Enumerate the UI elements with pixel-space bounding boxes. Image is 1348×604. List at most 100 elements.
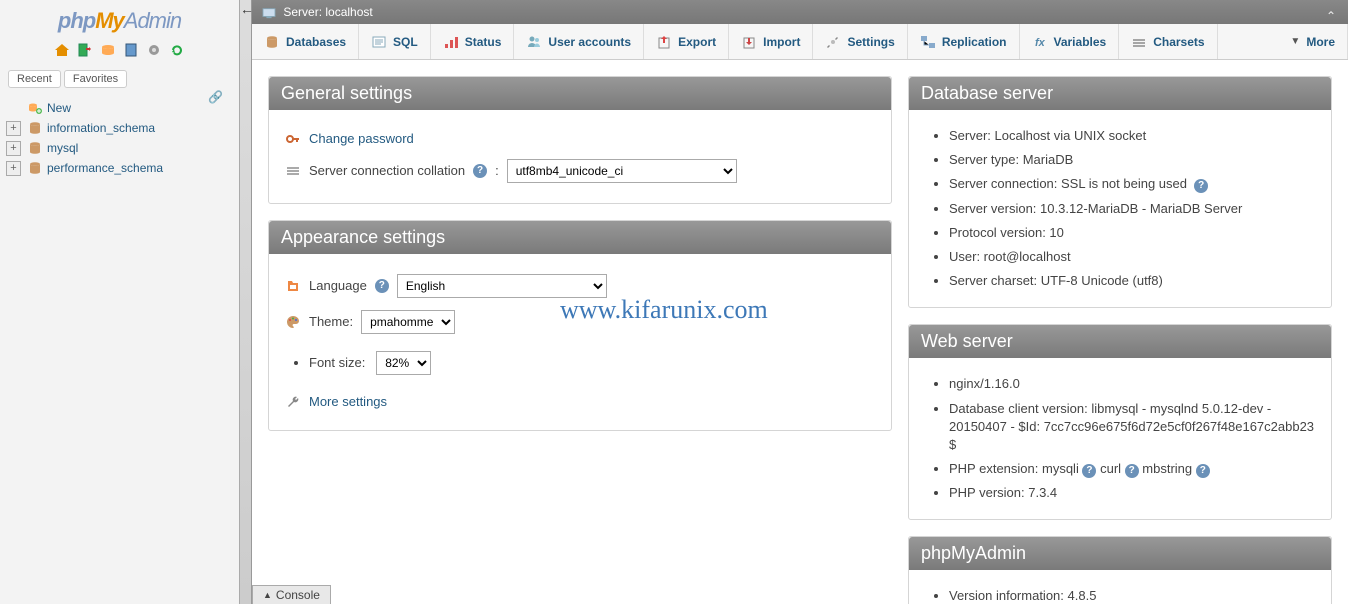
- collation-label: Server connection collation: [309, 163, 465, 178]
- panel-title: Web server: [909, 325, 1331, 358]
- panel-title: General settings: [269, 77, 891, 110]
- tab-replication[interactable]: Replication: [908, 24, 1020, 59]
- fontsize-label: Font size:: [309, 355, 365, 370]
- theme-icon: [285, 313, 301, 330]
- panel-title: phpMyAdmin: [909, 537, 1331, 570]
- tab-user-accounts[interactable]: User accounts: [514, 24, 644, 59]
- tab-favorites[interactable]: Favorites: [64, 70, 127, 88]
- fontsize-select[interactable]: 82%: [376, 351, 431, 375]
- new-db-icon: [27, 100, 43, 116]
- list-item: Server charset: UTF-8 Unicode (utf8): [949, 269, 1315, 293]
- theme-select[interactable]: pmahomme: [361, 310, 455, 334]
- tree-new-label: New: [47, 101, 71, 115]
- server-icon: [262, 7, 276, 19]
- logo-text-admin: Admin: [124, 8, 181, 33]
- tree-new[interactable]: New: [6, 98, 239, 118]
- database-tree: New + information_schema + mysql + perfo…: [0, 92, 239, 178]
- list-item: Server: Localhost via UNIX socket: [949, 124, 1315, 148]
- panel-title: Appearance settings: [269, 221, 891, 254]
- link-icon[interactable]: 🔗: [208, 90, 223, 104]
- list-item: User: root@localhost: [949, 245, 1315, 269]
- logo-text-my: My: [95, 8, 124, 33]
- tab-import[interactable]: Import: [729, 24, 813, 59]
- minimize-icon[interactable]: ⌃: [1322, 4, 1340, 18]
- collation-icon: [285, 162, 301, 179]
- tab-charsets[interactable]: Charsets: [1119, 24, 1217, 59]
- svg-text:fx: fx: [1035, 37, 1046, 49]
- list-item: PHP extension: mysqli ? curl ? mbstring …: [949, 457, 1315, 481]
- tree-db-label: mysql: [47, 141, 78, 155]
- language-label: Language: [309, 278, 367, 293]
- logo[interactable]: phpMyAdmin: [0, 0, 239, 38]
- quick-icons: [0, 38, 239, 66]
- right-column: Database server Server: Localhost via UN…: [908, 76, 1332, 604]
- help-icon[interactable]: ?: [375, 279, 389, 293]
- caret-up-icon: ▲: [263, 590, 272, 600]
- wrench-icon: [285, 394, 301, 411]
- list-item: nginx/1.16.0: [949, 372, 1315, 396]
- logout-icon[interactable]: [77, 42, 93, 58]
- tree-db-label: performance_schema: [47, 161, 163, 175]
- language-select[interactable]: English: [397, 274, 607, 298]
- theme-label: Theme:: [309, 314, 353, 329]
- console-label: Console: [276, 588, 320, 602]
- expand-icon[interactable]: +: [6, 121, 21, 136]
- list-item: Protocol version: 10: [949, 221, 1315, 245]
- sql-query-icon[interactable]: [100, 42, 116, 58]
- tree-db-item[interactable]: + information_schema: [6, 118, 239, 138]
- list-item: Database client version: libmysql - mysq…: [949, 397, 1315, 458]
- list-item: Server connection: SSL is not being used…: [949, 172, 1315, 196]
- help-icon[interactable]: ?: [473, 164, 487, 178]
- dropdown-icon: ▼: [1290, 36, 1300, 47]
- database-icon: [27, 120, 43, 136]
- fontsize-row: Font size: 82%: [309, 348, 875, 378]
- collation-select[interactable]: utf8mb4_unicode_ci: [507, 159, 737, 183]
- more-settings-link[interactable]: More settings: [309, 394, 387, 409]
- sidebar-panel: phpMyAdmin Recent Favorites 🔗 New + info…: [0, 0, 240, 604]
- left-column: General settings Change password Server …: [268, 76, 892, 604]
- tab-more[interactable]: ▼More: [1278, 24, 1348, 59]
- server-bar: Server: localhost ⌃: [252, 0, 1348, 24]
- password-icon: [285, 130, 301, 147]
- list-item: Server version: 10.3.12-MariaDB - MariaD…: [949, 197, 1315, 221]
- language-icon: [285, 277, 301, 294]
- tab-variables[interactable]: fxVariables: [1020, 24, 1120, 59]
- tab-settings[interactable]: Settings: [813, 24, 907, 59]
- panel-web-server: Web server nginx/1.16.0 Database client …: [908, 324, 1332, 520]
- tree-db-label: information_schema: [47, 121, 155, 135]
- sidebar-collapse-handle[interactable]: ←: [240, 0, 252, 604]
- docs-icon[interactable]: [123, 42, 139, 58]
- server-bar-label: Server: localhost: [283, 5, 372, 19]
- tab-export[interactable]: Export: [644, 24, 729, 59]
- tab-databases[interactable]: Databases: [252, 24, 359, 59]
- help-icon[interactable]: ?: [1194, 179, 1208, 193]
- help-icon[interactable]: ?: [1196, 464, 1210, 478]
- panel-title: Database server: [909, 77, 1331, 110]
- console-toggle[interactable]: ▲ Console: [252, 585, 331, 604]
- expand-icon[interactable]: +: [6, 141, 21, 156]
- content: General settings Change password Server …: [252, 60, 1348, 604]
- database-icon: [27, 140, 43, 156]
- list-item: Version information: 4.8.5: [949, 584, 1315, 604]
- panel-database-server: Database server Server: Localhost via UN…: [908, 76, 1332, 308]
- help-icon[interactable]: ?: [1082, 464, 1096, 478]
- panel-general-settings: General settings Change password Server …: [268, 76, 892, 204]
- tab-status[interactable]: Status: [431, 24, 515, 59]
- tree-db-item[interactable]: + performance_schema: [6, 158, 239, 178]
- topmenu: Databases SQL Status User accounts Expor…: [252, 24, 1348, 60]
- panel-appearance-settings: Appearance settings Language ? English T…: [268, 220, 892, 432]
- reload-icon[interactable]: [169, 42, 185, 58]
- sidebar-tabs: Recent Favorites: [0, 66, 239, 92]
- settings-icon[interactable]: [146, 42, 162, 58]
- tab-recent[interactable]: Recent: [8, 70, 61, 88]
- tab-sql[interactable]: SQL: [359, 24, 431, 59]
- home-icon[interactable]: [54, 42, 70, 58]
- tree-db-item[interactable]: + mysql: [6, 138, 239, 158]
- panel-phpmyadmin: phpMyAdmin Version information: 4.8.5 Do…: [908, 536, 1332, 604]
- change-password-link[interactable]: Change password: [309, 131, 414, 146]
- help-icon[interactable]: ?: [1125, 464, 1139, 478]
- logo-text-php: php: [58, 8, 95, 33]
- list-item: PHP version: 7.3.4: [949, 481, 1315, 505]
- expand-icon[interactable]: +: [6, 161, 21, 176]
- list-item: Server type: MariaDB: [949, 148, 1315, 172]
